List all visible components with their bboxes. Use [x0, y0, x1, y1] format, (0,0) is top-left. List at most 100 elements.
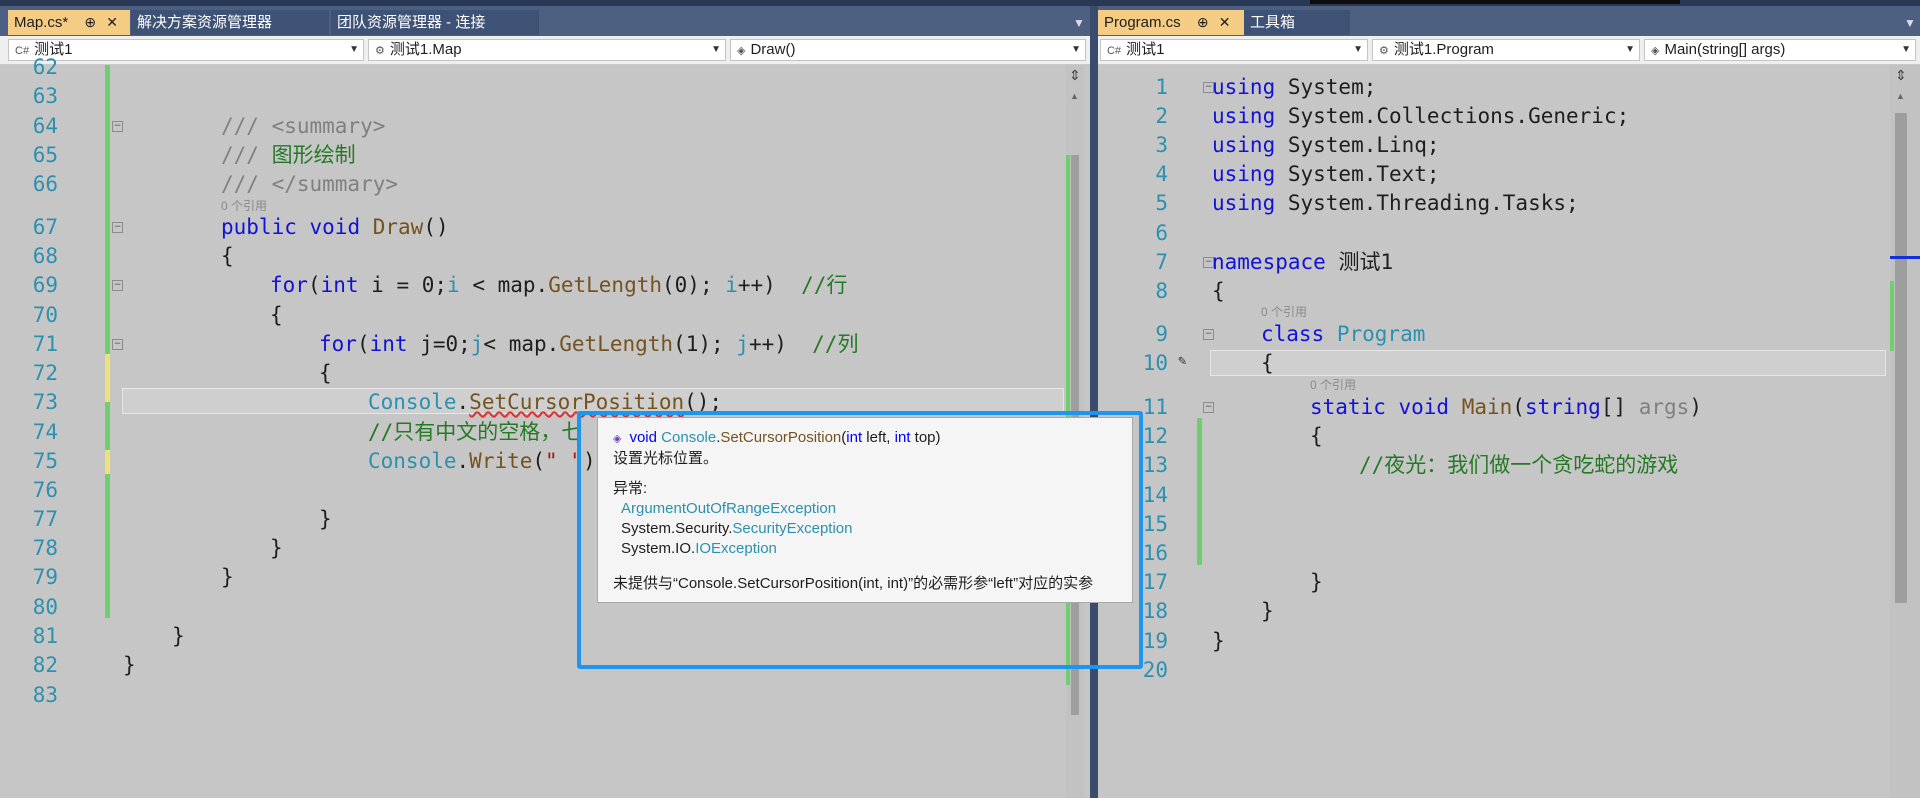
- tab-program-cs[interactable]: Program.cs ⊕ ✕: [1098, 10, 1244, 35]
- line-number: 75: [32, 449, 58, 473]
- right-editor-pane: Program.cs ⊕ ✕ 工具箱 ▼ C# 测试1 ▼ ⚙ 测试1.Program…: [1098, 6, 1920, 798]
- code-comment: //行: [801, 273, 848, 297]
- code-text: System.Threading.Tasks;: [1275, 191, 1579, 215]
- fold-toggle-icon[interactable]: −: [112, 121, 123, 132]
- line-number: 62: [32, 55, 58, 79]
- line-number: 6: [1155, 221, 1168, 245]
- pane-splitter[interactable]: [1090, 6, 1098, 798]
- code-text: {: [319, 361, 332, 385]
- code-text: j: [736, 332, 749, 356]
- code-text: }: [319, 507, 332, 531]
- code-comment: //夜光：我们做一个贪吃蛇的游戏: [1359, 453, 1679, 477]
- code-text: ///: [221, 143, 272, 167]
- tab-label: Program.cs: [1104, 14, 1181, 31]
- line-number: 9: [1155, 322, 1168, 346]
- code-text: ++): [748, 332, 813, 356]
- line-number: 73: [32, 390, 58, 414]
- tab-map-cs[interactable]: Map.cs* ⊕ ✕: [8, 10, 130, 35]
- member-dropdown-value: Main(string[] args): [1664, 41, 1786, 58]
- code-text: ++): [737, 273, 802, 297]
- code-text: []: [1600, 395, 1639, 419]
- line-number: 8: [1155, 279, 1168, 303]
- project-dropdown[interactable]: C# 测试1 ▼: [1100, 39, 1368, 61]
- code-text: }: [270, 536, 283, 560]
- code-text: /// </summary>: [221, 172, 399, 196]
- line-number: 82: [32, 653, 58, 677]
- csharp-project-icon: C#: [1107, 45, 1122, 57]
- line-number: 80: [32, 595, 58, 619]
- code-text: i = 0;: [358, 273, 448, 297]
- project-dropdown-value: 测试1: [1126, 41, 1165, 58]
- code-text: (: [1512, 395, 1525, 419]
- split-icon[interactable]: ⇕: [1895, 67, 1907, 84]
- code-text: class: [1261, 322, 1325, 346]
- pin-icon[interactable]: ⊕: [1197, 10, 1209, 35]
- fold-toggle-icon[interactable]: −: [112, 222, 123, 233]
- codelens-references[interactable]: 0 个引用: [221, 199, 267, 213]
- line-number: 1: [1155, 75, 1168, 99]
- fold-toggle-icon[interactable]: −: [112, 339, 123, 350]
- code-text: for: [319, 332, 357, 356]
- line-number: 68: [32, 244, 58, 268]
- close-icon[interactable]: ✕: [1219, 10, 1231, 35]
- line-number: 79: [32, 565, 58, 589]
- right-vertical-scrollbar[interactable]: ⇕ ▲: [1890, 65, 1920, 798]
- code-text: {: [1261, 351, 1274, 375]
- code-text: Main: [1449, 395, 1513, 419]
- right-code-editor[interactable]: 1 − using System; 2 using System.Collect…: [1098, 65, 1920, 798]
- member-dropdown[interactable]: ◈ Main(string[] args) ▼: [1644, 39, 1916, 61]
- split-icon[interactable]: ⇕: [1069, 67, 1081, 84]
- tab-toolbox[interactable]: 工具箱: [1244, 10, 1350, 35]
- method-icon: ◈: [1651, 45, 1660, 57]
- line-number: 70: [32, 303, 58, 327]
- line-number: 77: [32, 507, 58, 531]
- fold-toggle-icon[interactable]: −: [1203, 329, 1214, 340]
- right-navigation-bar: C# 测试1 ▼ ⚙ 测试1.Program ▼ ◈ Main(string[] args…: [1098, 36, 1920, 65]
- line-number: 83: [32, 683, 58, 707]
- line-number: 5: [1155, 191, 1168, 215]
- code-text: void: [309, 215, 361, 239]
- scroll-thumb[interactable]: [1895, 113, 1907, 603]
- code-text: }: [172, 624, 185, 648]
- code-text: Console: [368, 449, 457, 473]
- tab-overflow-dropdown-icon[interactable]: ▼: [1904, 16, 1916, 30]
- code-text: ): [1689, 395, 1702, 419]
- tab-solution-explorer[interactable]: 解决方案资源管理器: [131, 10, 329, 35]
- line-number: 71: [32, 332, 58, 356]
- tab-label: 解决方案资源管理器: [137, 14, 273, 31]
- line-number: 2: [1155, 104, 1168, 128]
- code-text: }: [1212, 629, 1225, 653]
- fold-toggle-icon[interactable]: −: [1203, 402, 1214, 413]
- code-text: i: [447, 273, 460, 297]
- scroll-up-icon[interactable]: ▲: [1070, 91, 1079, 101]
- line-number: 76: [32, 478, 58, 502]
- line-number: 10: [1142, 351, 1168, 375]
- code-text: int: [369, 332, 408, 356]
- class-dropdown[interactable]: ⚙ 测试1.Program ▼: [1372, 39, 1640, 61]
- code-text: }: [123, 653, 136, 677]
- close-icon[interactable]: ✕: [106, 10, 118, 35]
- line-number: 66: [32, 172, 58, 196]
- code-text: }: [221, 565, 234, 589]
- code-text: System.Collections.Generic;: [1275, 104, 1630, 128]
- line-number: 7: [1155, 250, 1168, 274]
- scroll-up-icon[interactable]: ▲: [1896, 91, 1905, 101]
- code-text: static: [1310, 395, 1386, 419]
- code-comment: //列: [812, 332, 859, 356]
- class-dropdown-value: 测试1.Program: [1393, 41, 1494, 58]
- code-text: .: [456, 449, 470, 473]
- line-number: 4: [1155, 162, 1168, 186]
- code-text: using: [1212, 191, 1276, 215]
- code-text: System.Linq;: [1275, 133, 1440, 157]
- pin-icon[interactable]: ⊕: [84, 10, 96, 35]
- tab-team-explorer[interactable]: 团队资源管理器 - 连接: [331, 10, 539, 35]
- code-text: < map.: [483, 332, 560, 356]
- chevron-down-icon: ▼: [1625, 44, 1635, 55]
- line-number: 78: [32, 536, 58, 560]
- codelens-references[interactable]: 0 个引用: [1310, 378, 1356, 392]
- code-text: i: [725, 273, 738, 297]
- codelens-references[interactable]: 0 个引用: [1261, 305, 1307, 319]
- tab-overflow-dropdown-icon[interactable]: ▼: [1073, 16, 1085, 30]
- code-text: Program: [1324, 322, 1426, 346]
- fold-toggle-icon[interactable]: −: [112, 280, 123, 291]
